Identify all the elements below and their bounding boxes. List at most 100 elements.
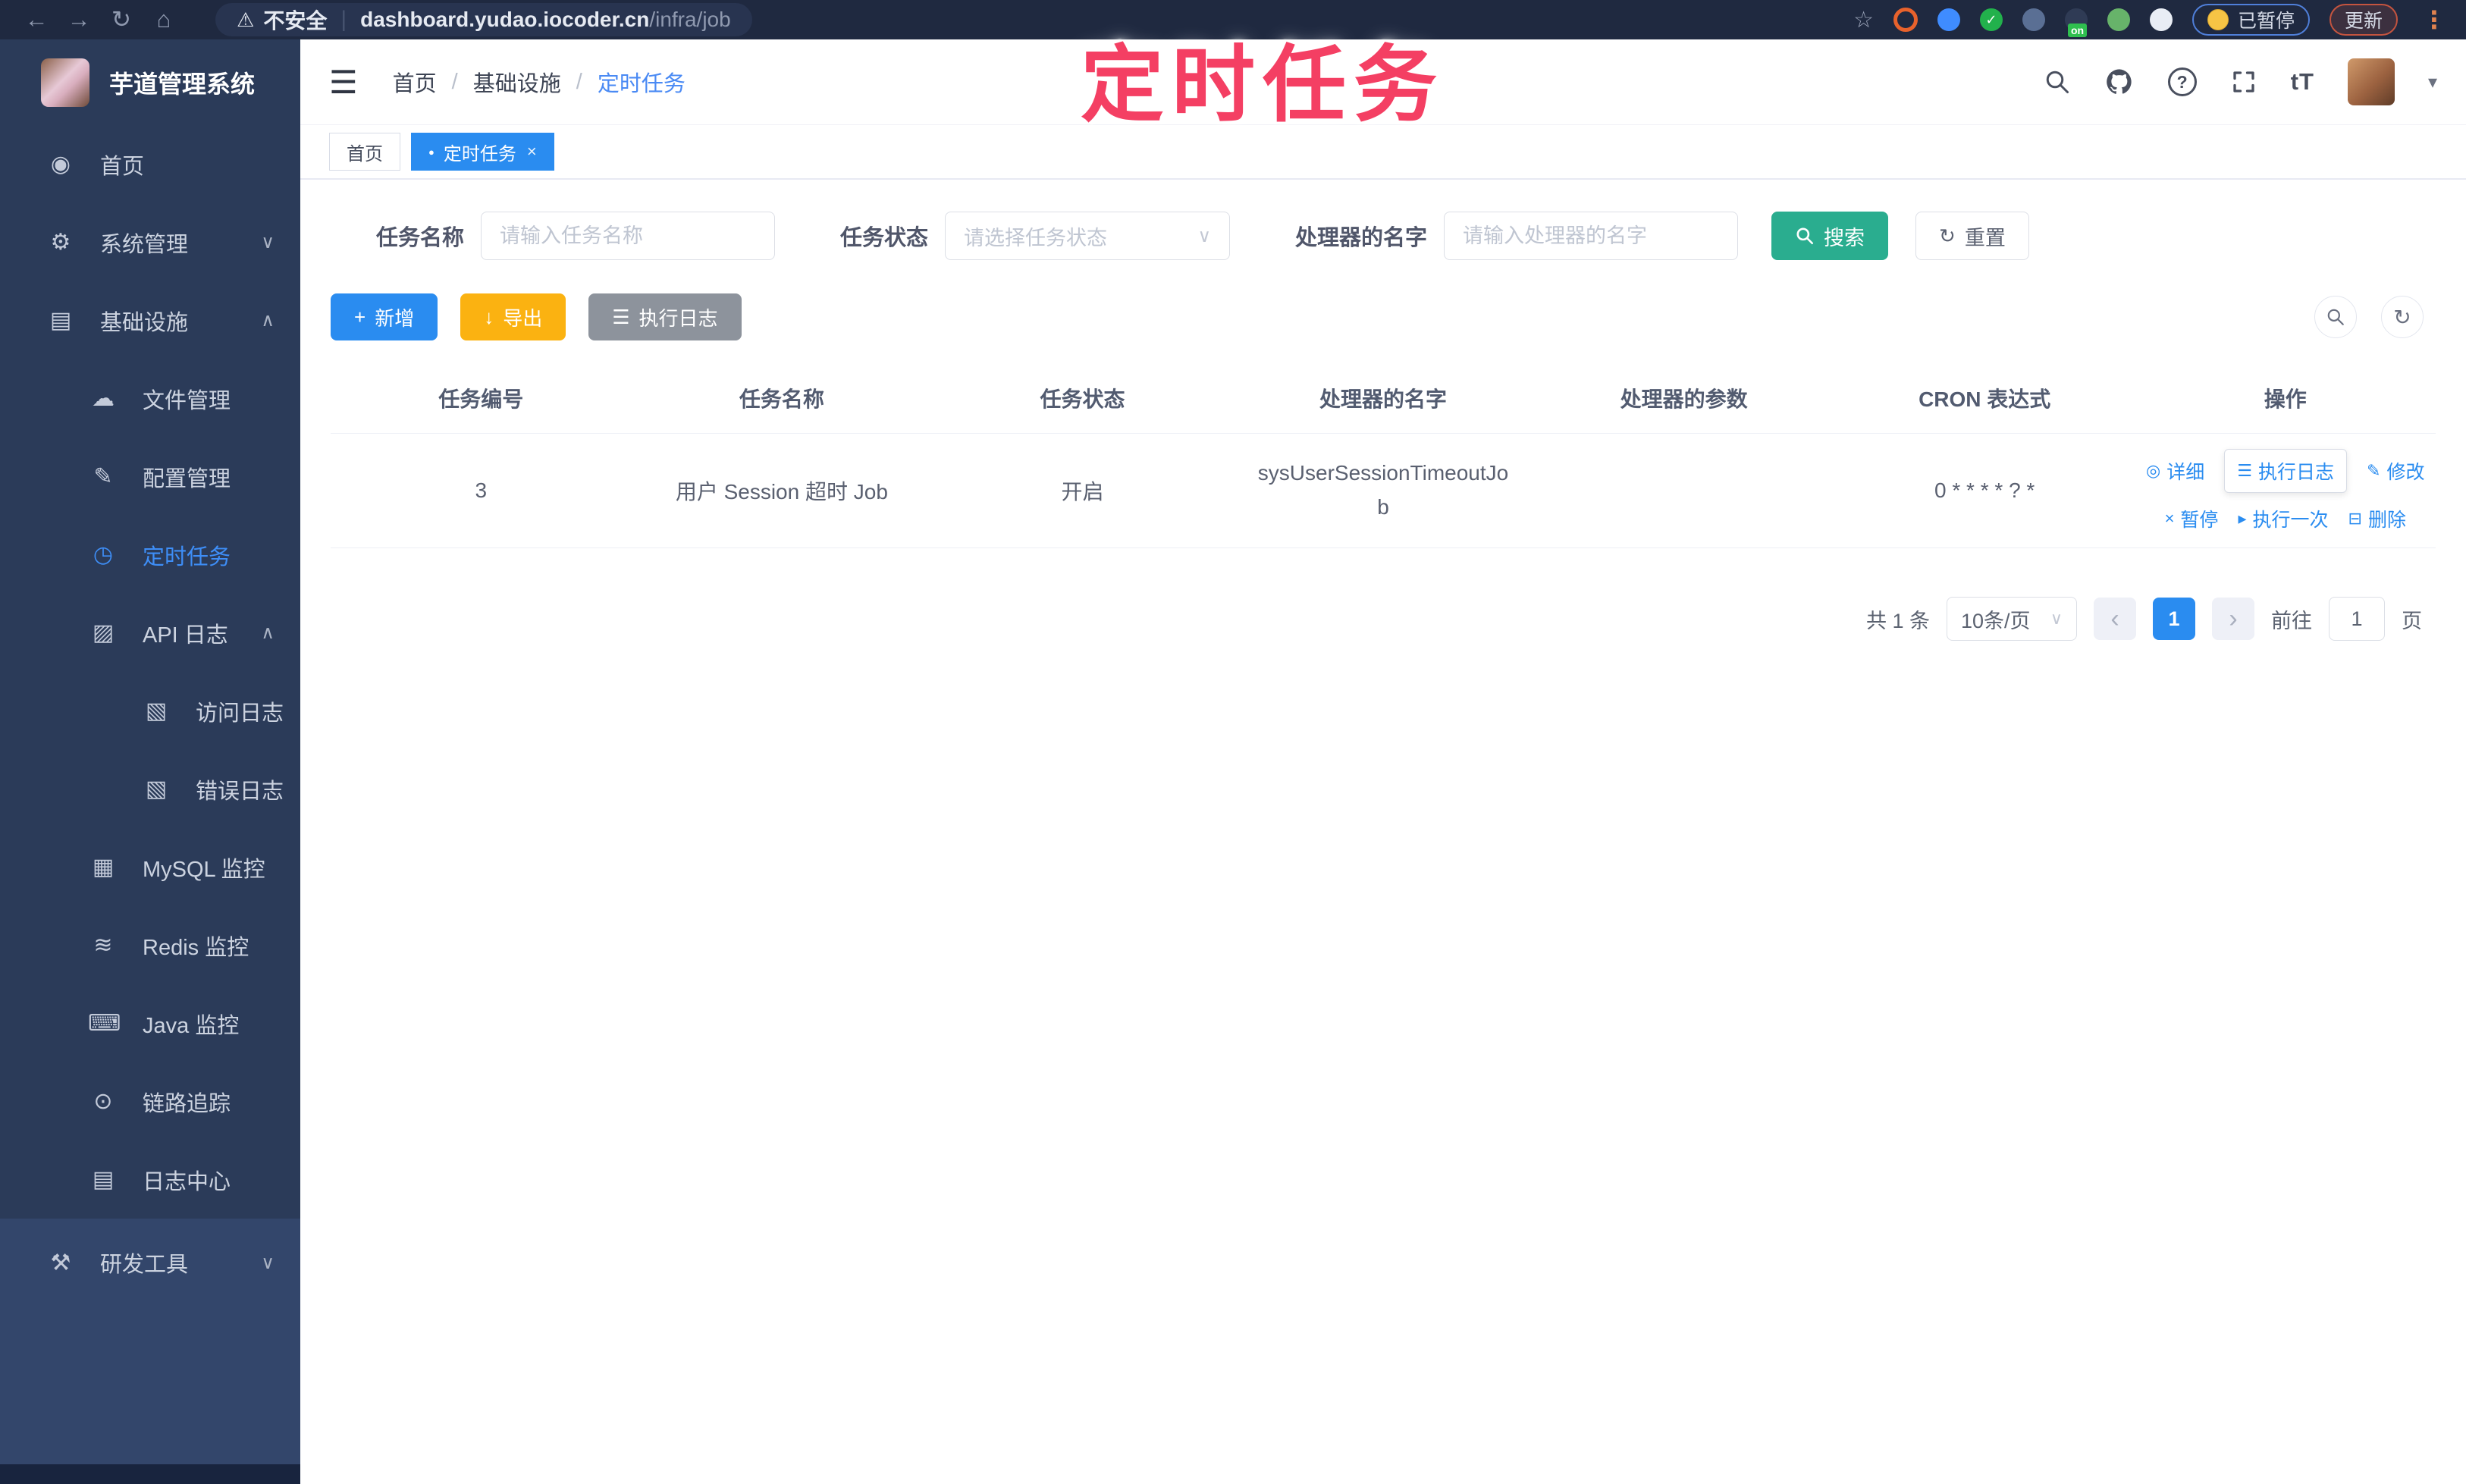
detail-link[interactable]: ◎ 详细 bbox=[2146, 457, 2204, 485]
refresh-button[interactable]: ↻ bbox=[2381, 296, 2424, 338]
extension-icon-6[interactable] bbox=[2107, 8, 2130, 31]
eye-icon: ◎ bbox=[2146, 461, 2161, 480]
refresh-icon: ↻ bbox=[1939, 224, 1956, 247]
sidebar-item-dev-tools[interactable]: ⚒ 研发工具 ∨ bbox=[0, 1219, 300, 1307]
redis-icon: ≋ bbox=[93, 933, 113, 958]
row-exec-log-link[interactable]: ☰ 执行日志 bbox=[2224, 449, 2348, 493]
browser-menu-icon[interactable]: ⋮ bbox=[2417, 5, 2451, 34]
page-size-select[interactable]: 10条/页 ∨ bbox=[1947, 597, 2077, 641]
reset-button[interactable]: ↻ 重置 bbox=[1915, 212, 2029, 260]
sidebar-item-java-monitor[interactable]: ⌨ Java 监控 bbox=[0, 984, 300, 1062]
sidebar-item-system-management[interactable]: ⚙ 系统管理 ∨ bbox=[0, 203, 300, 281]
goto-page-input[interactable] bbox=[2329, 597, 2385, 641]
avatar-caret-icon[interactable]: ▾ bbox=[2428, 71, 2437, 93]
navbar-actions: ? tT ▾ bbox=[2044, 58, 2437, 105]
page-content: 任务名称 任务状态 请选择任务状态 ∨ 处理器的名字 搜索 ↻ 重置 bbox=[300, 212, 2466, 641]
browser-back-icon[interactable]: ← bbox=[15, 0, 58, 39]
extension-icon-7[interactable] bbox=[2149, 8, 2173, 31]
github-icon[interactable] bbox=[2104, 67, 2135, 97]
sidebar-item-trace[interactable]: ⊙ 链路追踪 bbox=[0, 1062, 300, 1140]
breadcrumb-infrastructure[interactable]: 基础设施 bbox=[473, 66, 561, 98]
tab-home[interactable]: 首页 bbox=[329, 133, 400, 171]
exec-log-label: 执行日志 bbox=[638, 306, 718, 330]
sidebar-item-label: 链路追踪 bbox=[143, 1091, 231, 1116]
run-once-link[interactable]: ▸ 执行一次 bbox=[2238, 505, 2328, 532]
sidebar-item-home[interactable]: ◉ 首页 bbox=[0, 125, 300, 203]
handler-name-input[interactable] bbox=[1444, 212, 1739, 260]
browser-forward-icon[interactable]: → bbox=[58, 0, 100, 39]
breadcrumb-home[interactable]: 首页 bbox=[393, 66, 437, 98]
hide-search-button[interactable] bbox=[2314, 296, 2357, 338]
prev-page-button[interactable]: ‹ bbox=[2094, 598, 2136, 640]
current-page-button[interactable]: 1 bbox=[2153, 598, 2195, 640]
paused-extension-button[interactable]: 已暂停 bbox=[2191, 4, 2310, 36]
sidebar-item-label: 文件管理 bbox=[143, 388, 231, 413]
log-center-icon: ▤ bbox=[92, 1167, 115, 1192]
sidebar-item-config-management[interactable]: ✎ 配置管理 bbox=[0, 438, 300, 516]
font-size-icon[interactable]: tT bbox=[2291, 68, 2314, 96]
sidebar-item-log-center[interactable]: ▤ 日志中心 bbox=[0, 1140, 300, 1219]
delete-label: 删除 bbox=[2367, 510, 2406, 531]
active-dot-icon: ● bbox=[428, 146, 435, 158]
pause-link[interactable]: × 暂停 bbox=[2165, 505, 2219, 532]
actions-line-1: ◎ 详细 ☰ 执行日志 ✎ 修改 bbox=[2146, 449, 2424, 493]
eye-icon: ⊙ bbox=[93, 1089, 113, 1114]
search-icon bbox=[1795, 226, 1815, 246]
extension-icon-3[interactable]: ✓ bbox=[1979, 8, 2003, 31]
address-bar[interactable]: ⚠ 不安全 | dashboard.yudao.iocoder.cn/infra… bbox=[215, 3, 752, 36]
delete-link[interactable]: ⊟ 删除 bbox=[2348, 505, 2406, 532]
modify-link[interactable]: ✎ 修改 bbox=[2367, 457, 2424, 485]
sidebar-item-error-logs[interactable]: ▧ 错误日志 bbox=[0, 750, 300, 828]
sidebar-item-api-logs[interactable]: ▨ API 日志 ∧ bbox=[0, 594, 300, 672]
plus-icon: + bbox=[354, 306, 366, 328]
cell-cron: 0 * * * * ? * bbox=[1934, 478, 2035, 502]
sidebar: 芋道管理系统 ◉ 首页 ⚙ 系统管理 ∨ ▤ 基础设施 ∧ ☁ 文件管理 ✎ 配… bbox=[0, 39, 300, 1484]
collapse-sidebar-icon[interactable]: ☰ bbox=[329, 64, 358, 101]
search-icon[interactable] bbox=[2044, 68, 2071, 96]
search-label: 搜索 bbox=[1824, 226, 1865, 249]
update-label: 更新 bbox=[2344, 11, 2383, 32]
next-page-button[interactable]: › bbox=[2212, 598, 2254, 640]
total-count: 共 1 条 bbox=[1865, 609, 1930, 632]
col-cron: CRON 表达式 bbox=[1919, 387, 2051, 411]
breadcrumb-separator: / bbox=[451, 69, 458, 94]
sidebar-item-access-logs[interactable]: ▧ 访问日志 bbox=[0, 672, 300, 750]
cell-task-name: 用户 Session 超时 Job bbox=[675, 480, 888, 504]
extension-icon-4[interactable] bbox=[2022, 8, 2045, 31]
security-warning[interactable]: ⚠ 不安全 bbox=[237, 5, 327, 35]
pagination: 共 1 条 10条/页 ∨ ‹ 1 › 前往 页 bbox=[300, 597, 2422, 641]
extension-icon-2[interactable] bbox=[1937, 8, 1960, 31]
extension-icon-1[interactable] bbox=[1893, 8, 1918, 32]
api-log-icon: ▨ bbox=[92, 620, 115, 645]
chevron-down-icon: ∨ bbox=[261, 232, 275, 253]
reset-label: 重置 bbox=[1964, 226, 2006, 249]
task-status-select[interactable]: 请选择任务状态 ∨ bbox=[945, 212, 1231, 260]
help-icon[interactable]: ? bbox=[2167, 67, 2197, 96]
select-caret-icon: ∨ bbox=[2050, 609, 2063, 628]
select-caret-icon: ∨ bbox=[1197, 225, 1212, 246]
add-button[interactable]: + 新增 bbox=[331, 293, 438, 340]
tab-scheduled-tasks[interactable]: ● 定时任务 × bbox=[411, 133, 554, 171]
sidebar-item-scheduled-tasks[interactable]: ◷ 定时任务 bbox=[0, 516, 300, 594]
sidebar-item-infrastructure[interactable]: ▤ 基础设施 ∧ bbox=[0, 281, 300, 359]
bookmark-star-icon[interactable]: ☆ bbox=[1853, 7, 1874, 33]
screen: ← → ↻ ⌂ ⚠ 不安全 | dashboard.yudao.iocoder.… bbox=[0, 0, 2466, 1484]
exec-log-button[interactable]: ☰ 执行日志 bbox=[588, 293, 742, 340]
extension-icon-5[interactable]: on bbox=[2064, 8, 2088, 37]
sidebar-item-redis-monitor[interactable]: ≋ Redis 监控 bbox=[0, 906, 300, 984]
fullscreen-icon[interactable] bbox=[2230, 68, 2257, 96]
browser-reload-icon[interactable]: ↻ bbox=[100, 0, 143, 39]
cloud-upload-icon: ☁ bbox=[92, 386, 115, 411]
cell-handler-name: sysUserSessionTimeoutJob bbox=[1257, 461, 1509, 519]
task-name-input[interactable] bbox=[481, 212, 776, 260]
sidebar-item-file-management[interactable]: ☁ 文件管理 bbox=[0, 359, 300, 438]
url-path: /infra/job bbox=[649, 8, 731, 31]
update-button[interactable]: 更新 bbox=[2329, 4, 2398, 36]
warning-icon: ⚠ bbox=[237, 8, 255, 31]
search-button[interactable]: 搜索 bbox=[1771, 212, 1889, 260]
browser-home-icon[interactable]: ⌂ bbox=[143, 0, 185, 39]
user-avatar[interactable] bbox=[2347, 58, 2395, 105]
export-button[interactable]: ↓ 导出 bbox=[460, 293, 566, 340]
close-icon[interactable]: × bbox=[527, 142, 537, 162]
sidebar-item-mysql-monitor[interactable]: ▦ MySQL 监控 bbox=[0, 828, 300, 906]
